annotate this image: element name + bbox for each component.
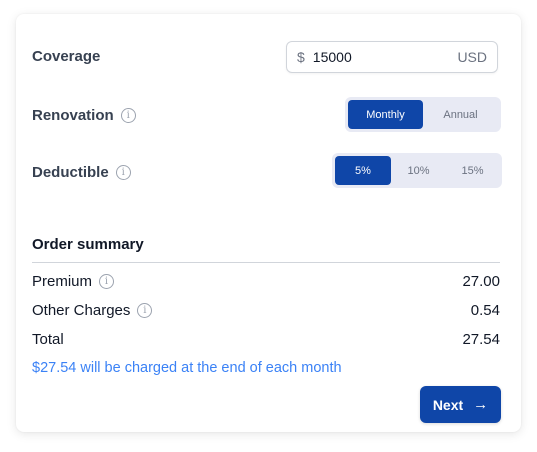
other-charges-label: Other Charges i — [32, 302, 153, 319]
renovation-toggle: Monthly Annual — [345, 97, 501, 132]
coverage-label: Coverage — [32, 48, 100, 65]
other-charges-value: 0.54 — [470, 302, 500, 319]
coverage-label-text: Coverage — [32, 48, 101, 65]
total-label: Total — [32, 331, 64, 348]
info-icon[interactable]: i — [137, 303, 153, 318]
renovation-label: Renovation i — [32, 107, 136, 124]
info-icon[interactable]: i — [99, 274, 115, 289]
info-icon[interactable]: i — [115, 165, 131, 180]
coverage-field[interactable]: $ USD — [286, 41, 498, 73]
coverage-input[interactable] — [312, 49, 458, 65]
next-button[interactable]: Next → — [420, 386, 501, 423]
next-button-label: Next — [432, 396, 464, 413]
summary-divider — [32, 262, 500, 263]
premium-label: Premium i — [32, 273, 115, 290]
premium-row: Premium i 27.00 — [32, 273, 500, 290]
order-form-card: Coverage $ USD Renovation i Monthly Annu… — [16, 14, 521, 432]
currency-suffix: USD — [457, 49, 487, 65]
deductible-label: Deductible i — [32, 164, 131, 181]
renovation-option-annual[interactable]: Annual — [423, 100, 498, 129]
charge-note: $27.54 will be charged at the end of eac… — [32, 360, 342, 376]
order-summary-title: Order summary — [32, 236, 144, 253]
deductible-option-15[interactable]: 15% — [446, 156, 499, 185]
deductible-toggle: 5% 10% 15% — [332, 153, 502, 188]
other-charges-row: Other Charges i 0.54 — [32, 302, 500, 319]
premium-label-text: Premium — [32, 273, 93, 290]
renovation-label-text: Renovation — [32, 107, 114, 124]
total-value: 27.54 — [462, 331, 500, 348]
total-row: Total 27.54 — [32, 331, 500, 348]
deductible-label-text: Deductible — [32, 164, 109, 181]
renovation-option-monthly[interactable]: Monthly — [348, 100, 423, 129]
deductible-option-10[interactable]: 10% — [391, 156, 446, 185]
other-charges-label-text: Other Charges — [32, 302, 131, 319]
currency-prefix: $ — [297, 49, 305, 65]
premium-value: 27.00 — [462, 273, 500, 290]
arrow-right-icon: → — [473, 396, 489, 413]
deductible-option-5[interactable]: 5% — [335, 156, 391, 185]
info-icon[interactable]: i — [120, 108, 136, 123]
